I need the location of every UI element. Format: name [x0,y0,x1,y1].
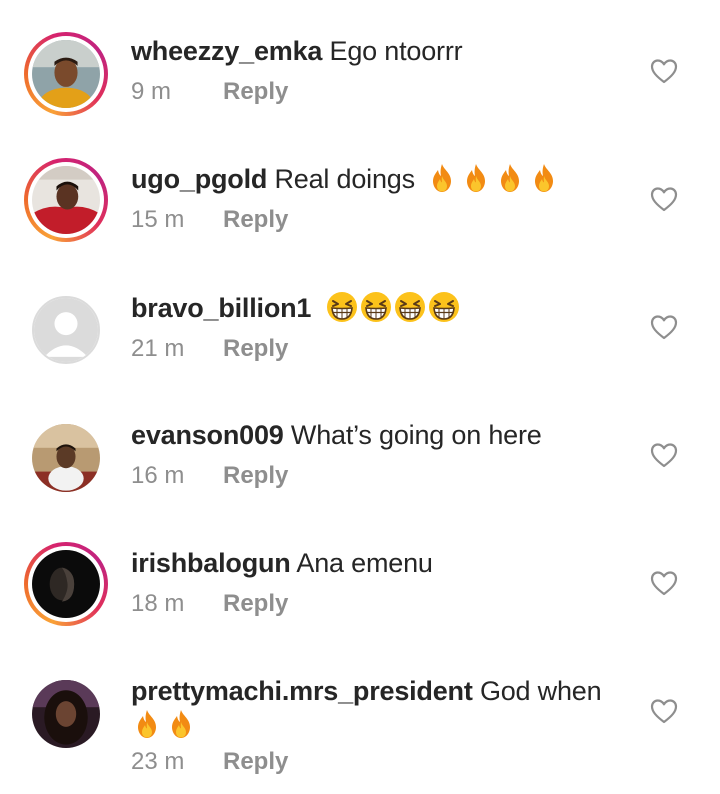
comment-text: God when [479,676,602,706]
grinning-squinting-face-emoji-icon [393,290,427,324]
username[interactable]: ugo_pgold [131,164,267,194]
avatar[interactable] [24,542,108,626]
heart-outline-icon[interactable] [650,186,678,212]
comment-meta: 9 m Reply [131,77,630,107]
comment-body: bravo_billion1 [131,290,630,325]
comment-meta: 23 m Reply [131,747,630,777]
heart-outline-icon[interactable] [650,698,678,724]
fire-emoji-icon [133,709,161,739]
grinning-squinting-face-emoji-icon [359,290,393,324]
reply-button[interactable]: Reply [223,747,288,777]
timestamp: 21 m [131,335,185,362]
grinning-squinting-face-emoji-icon [325,290,359,324]
reply-button[interactable]: Reply [223,334,288,364]
avatar[interactable] [24,158,108,242]
heart-outline-icon[interactable] [650,314,678,340]
username[interactable]: evanson009 [131,420,284,450]
heart-outline-icon[interactable] [650,58,678,84]
profile-photo [32,550,100,618]
username[interactable]: irishbalogun [131,548,291,578]
comment-meta: 21 m Reply [131,334,630,364]
timestamp: 23 m [131,748,185,775]
comment-body: evanson009 What’s going on here [131,418,630,452]
timestamp: 9 m [131,78,172,105]
timestamp: 15 m [131,206,185,233]
profile-photo [32,424,100,492]
avatar[interactable] [24,32,108,116]
comment-meta: 18 m Reply [131,589,630,619]
comment-meta: 15 m Reply [131,205,630,235]
default-avatar-icon [32,296,100,364]
fire-emoji-icon [496,163,524,193]
comment-body: wheezzy_emka Ego ntoorrr [131,34,630,68]
heart-outline-icon[interactable] [650,442,678,468]
timestamp: 16 m [131,462,185,489]
profile-photo [32,680,100,748]
reply-button[interactable]: Reply [223,589,288,619]
fire-emoji-icon [428,163,456,193]
comment-text: What’s going on here [290,420,542,450]
heart-outline-icon[interactable] [650,570,678,596]
comment-body: irishbalogun Ana emenu [131,546,630,580]
comment-meta: 16 m Reply [131,461,630,491]
username[interactable]: bravo_billion1 [131,293,311,323]
grinning-squinting-face-emoji-icon [427,290,461,324]
fire-emoji-icon [530,163,558,193]
comment-body: prettymachi.mrs_president God when [131,674,630,742]
reply-button[interactable]: Reply [223,77,288,107]
avatar[interactable] [24,416,108,500]
avatar[interactable] [24,672,108,756]
comment-body: ugo_pgold Real doings [131,162,630,196]
comment-text: Ana emenu [296,548,433,578]
username[interactable]: prettymachi.mrs_president [131,676,473,706]
profile-photo [32,40,100,108]
comment-text: Real doings [274,164,415,194]
fire-emoji-icon [167,709,195,739]
fire-emoji-icon [462,163,490,193]
avatar[interactable] [24,288,108,372]
reply-button[interactable]: Reply [223,205,288,235]
comment-text: Ego ntoorrr [329,36,463,66]
profile-photo [32,166,100,234]
username[interactable]: wheezzy_emka [131,36,322,66]
reply-button[interactable]: Reply [223,461,288,491]
timestamp: 18 m [131,590,185,617]
